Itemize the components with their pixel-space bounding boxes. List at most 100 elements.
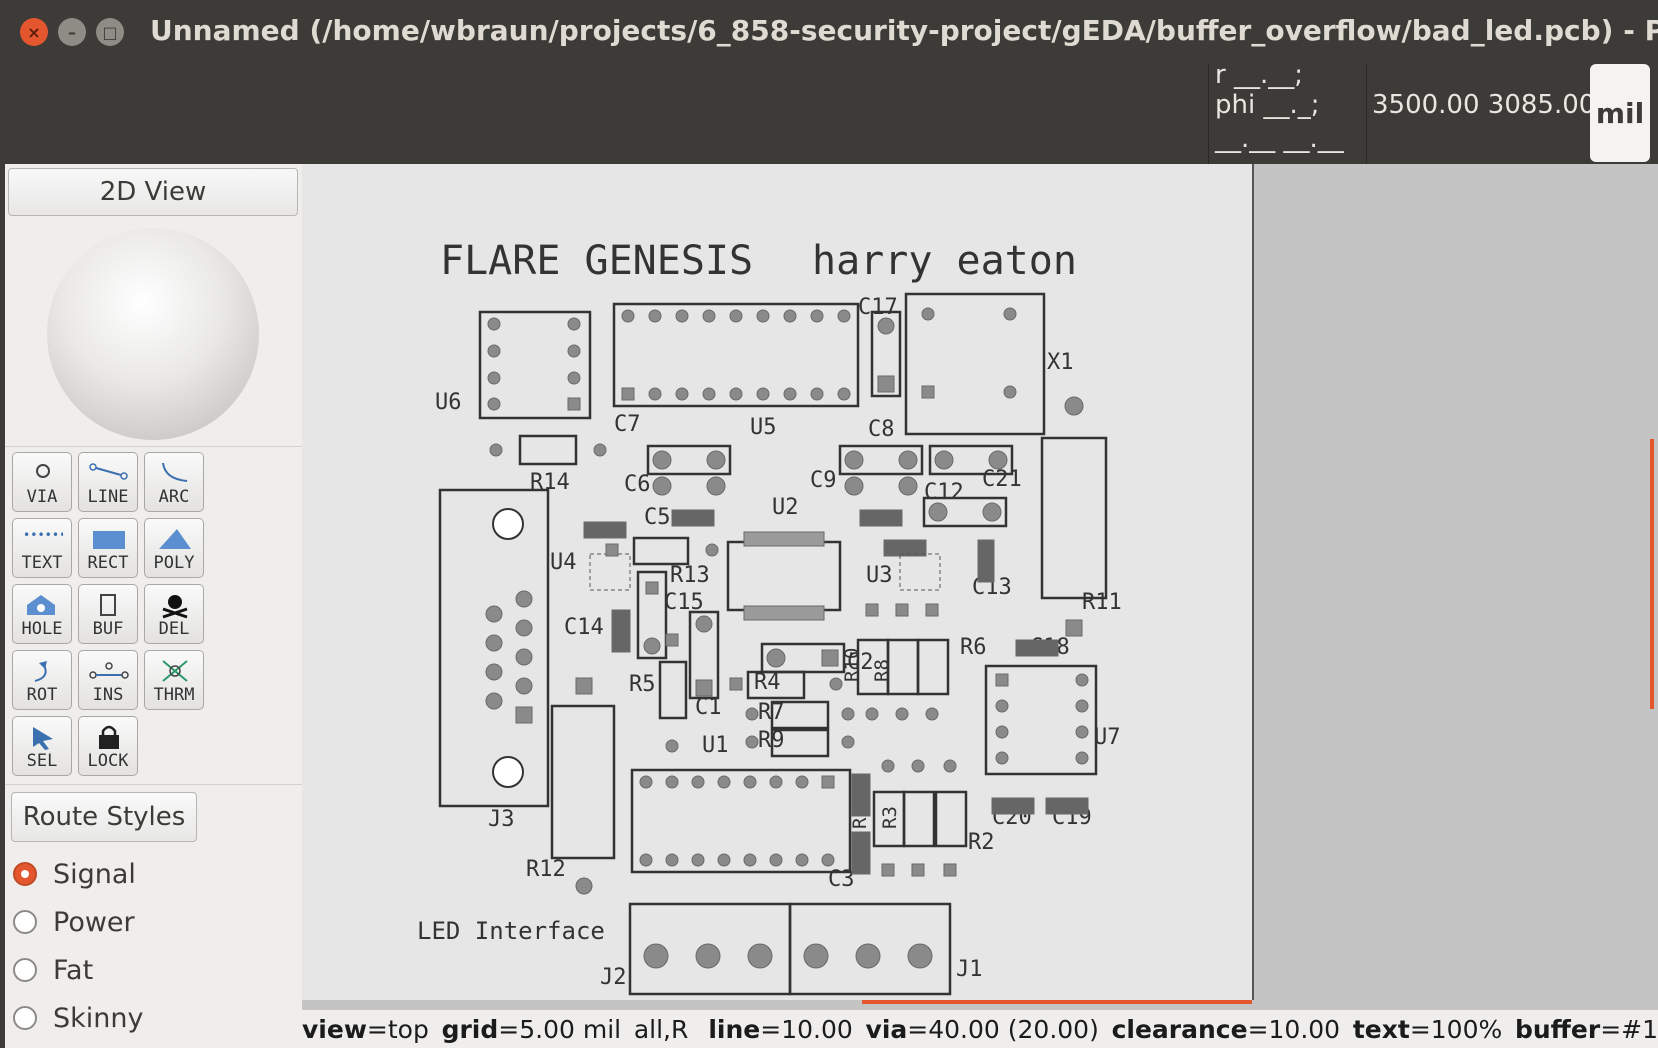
radio-selected-icon[interactable]	[13, 862, 37, 886]
pad[interactable]	[729, 309, 743, 323]
route-style-fat[interactable]: Fat	[13, 950, 93, 990]
pad[interactable]	[705, 543, 719, 557]
smd-pad[interactable]	[1015, 639, 1059, 657]
pad[interactable]	[803, 943, 829, 969]
horizontal-scroll-indicator[interactable]	[862, 1000, 1252, 1004]
pad[interactable]	[844, 476, 864, 496]
pad[interactable]	[593, 443, 607, 457]
pad[interactable]	[487, 317, 501, 331]
pad[interactable]	[855, 943, 881, 969]
pad[interactable]	[921, 307, 935, 321]
pad[interactable]	[743, 853, 757, 867]
pad[interactable]	[921, 385, 935, 399]
pad[interactable]	[877, 317, 895, 335]
pad[interactable]	[702, 387, 716, 401]
ic-pin-row[interactable]	[743, 605, 825, 621]
pad[interactable]	[988, 450, 1008, 470]
pad[interactable]	[907, 943, 933, 969]
pad[interactable]	[575, 877, 593, 895]
component-r11-outline[interactable]	[1040, 436, 1108, 600]
pad[interactable]	[747, 943, 773, 969]
pad[interactable]	[895, 707, 909, 721]
pad[interactable]	[911, 863, 925, 877]
pad[interactable]	[865, 603, 879, 617]
pad[interactable]	[943, 863, 957, 877]
pad[interactable]	[783, 309, 797, 323]
pad[interactable]	[691, 775, 705, 789]
pad[interactable]	[841, 735, 855, 749]
tool-text-button[interactable]: •••••• TEXT	[12, 518, 72, 578]
pad[interactable]	[648, 387, 662, 401]
pad[interactable]	[769, 775, 783, 789]
maximize-window-button[interactable]: □	[96, 18, 124, 46]
pcb-canvas[interactable]: FLARE GENESIS harry eaton LED Interface …	[302, 164, 1658, 1010]
pad[interactable]	[695, 943, 721, 969]
component-r14-outline[interactable]	[518, 434, 578, 466]
tool-lock-button[interactable]: LOCK	[78, 716, 138, 776]
route-style-signal[interactable]: Signal	[13, 854, 136, 894]
pad[interactable]	[756, 387, 770, 401]
pad[interactable]	[865, 707, 879, 721]
pad[interactable]	[691, 853, 705, 867]
component-r6-outline[interactable]	[916, 638, 950, 696]
pad[interactable]	[643, 943, 669, 969]
pad[interactable]	[821, 853, 835, 867]
smd-pad[interactable]	[583, 521, 627, 539]
tool-rotate-button[interactable]: ROT	[12, 650, 72, 710]
pad[interactable]	[485, 634, 503, 652]
component-r12-outline[interactable]	[550, 704, 616, 860]
pad[interactable]	[881, 863, 895, 877]
pad[interactable]	[837, 309, 851, 323]
pad[interactable]	[665, 739, 679, 753]
rotation-sphere[interactable]	[47, 228, 259, 440]
pad[interactable]	[925, 603, 939, 617]
component-r5-outline[interactable]	[658, 660, 688, 720]
pad[interactable]	[745, 707, 759, 721]
pad[interactable]	[995, 751, 1009, 765]
component-u1-outline[interactable]	[630, 768, 852, 874]
pad[interactable]	[567, 317, 581, 331]
minimize-window-button[interactable]: –	[58, 18, 86, 46]
tool-insert-button[interactable]: INS	[78, 650, 138, 710]
radio-icon[interactable]	[13, 1006, 37, 1030]
radio-icon[interactable]	[13, 910, 37, 934]
smd-pad[interactable]	[611, 609, 631, 653]
pad[interactable]	[567, 371, 581, 385]
smd-pad[interactable]	[883, 539, 927, 557]
pad[interactable]	[485, 692, 503, 710]
pad[interactable]	[895, 603, 909, 617]
pad[interactable]	[1065, 619, 1083, 637]
pad[interactable]	[743, 775, 757, 789]
route-style-skinny[interactable]: Skinny	[13, 998, 143, 1038]
tool-poly-button[interactable]: POLY	[144, 518, 204, 578]
smd-pad[interactable]	[859, 509, 903, 527]
component-u4-outline[interactable]	[589, 553, 631, 591]
pad[interactable]	[898, 450, 918, 470]
pad[interactable]	[821, 775, 835, 789]
pad[interactable]	[729, 677, 743, 691]
pad[interactable]	[934, 450, 954, 470]
tool-line-button[interactable]: LINE	[78, 452, 138, 512]
pad[interactable]	[795, 775, 809, 789]
pad[interactable]	[995, 725, 1009, 739]
pad[interactable]	[652, 476, 672, 496]
component-r13-outline[interactable]	[632, 536, 690, 566]
smd-pad[interactable]	[977, 539, 995, 583]
pad[interactable]	[841, 707, 855, 721]
pad[interactable]	[485, 663, 503, 681]
pad[interactable]	[706, 450, 726, 470]
pad[interactable]	[756, 309, 770, 323]
pad[interactable]	[675, 309, 689, 323]
pad[interactable]	[837, 387, 851, 401]
smd-pad[interactable]	[671, 509, 715, 527]
mount-hole[interactable]	[492, 756, 524, 788]
route-styles-button[interactable]: Route Styles	[11, 792, 197, 842]
pad[interactable]	[515, 619, 533, 637]
pad[interactable]	[1075, 673, 1089, 687]
pad[interactable]	[745, 735, 759, 749]
pad[interactable]	[821, 649, 839, 667]
pad[interactable]	[621, 309, 635, 323]
pcb-layout[interactable]: FLARE GENESIS harry eaton LED Interface …	[302, 164, 1252, 1000]
tool-buffer-button[interactable]: BUF	[78, 584, 138, 644]
pad[interactable]	[795, 853, 809, 867]
